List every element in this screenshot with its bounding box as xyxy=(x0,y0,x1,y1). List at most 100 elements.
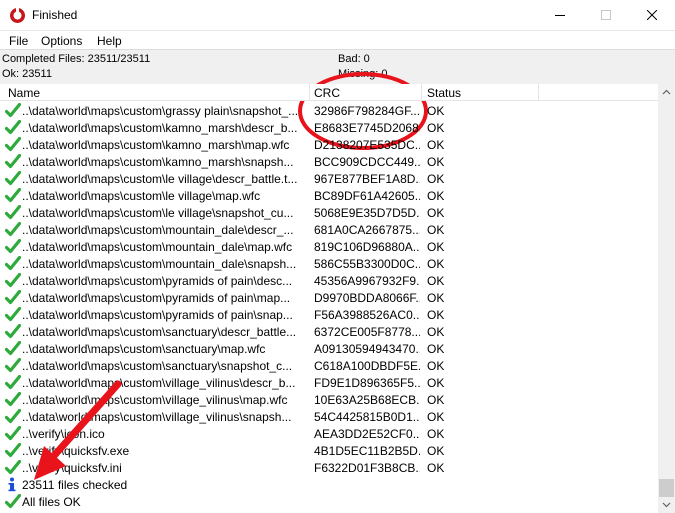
green-check-icon xyxy=(4,272,22,288)
missing-count-label: Missing: 0 xyxy=(338,68,388,80)
table-row[interactable]: ..\data\world\maps\custom\sanctuary\map.… xyxy=(0,340,658,357)
status-cell: OK xyxy=(427,104,445,118)
chevron-down-icon xyxy=(662,502,671,508)
green-check-icon xyxy=(4,323,22,339)
green-check-icon xyxy=(4,221,22,237)
table-row[interactable]: ..\data\world\maps\custom\kamno_marsh\de… xyxy=(0,119,658,136)
crc-cell: AEA3DD2E52CF0... xyxy=(314,427,420,441)
table-row[interactable]: ..\data\world\maps\custom\mountain_dale\… xyxy=(0,221,658,238)
scroll-thumb[interactable] xyxy=(659,479,674,497)
table-row[interactable]: ..\data\world\maps\custom\pyramids of pa… xyxy=(0,272,658,289)
crc-cell: F56A3988526AC0... xyxy=(314,308,420,322)
status-cell: OK xyxy=(427,461,445,475)
file-name-cell: ..\data\world\maps\custom\kamno_marsh\ma… xyxy=(22,138,290,152)
green-check-icon xyxy=(4,340,22,356)
table-row[interactable]: ..\data\world\maps\custom\le village\sna… xyxy=(0,204,658,221)
all-files-ok-text: All files OK xyxy=(22,495,81,509)
green-check-icon xyxy=(4,102,22,118)
column-divider[interactable] xyxy=(538,84,539,101)
close-button[interactable] xyxy=(629,0,675,31)
table-row[interactable]: ..\verify\quicksfv.exe 4B1D5EC11B2B5D... O… xyxy=(0,442,658,459)
green-check-icon xyxy=(4,425,22,441)
summary-panel: Completed Files: 23511/23511 Ok: 23511 B… xyxy=(0,50,675,150)
file-name-cell: ..\data\world\maps\custom\le village\des… xyxy=(22,172,298,186)
table-row[interactable]: ..\verify\quicksfv.ini F6322D01F3B8CB... O… xyxy=(0,459,658,476)
table-row[interactable]: ..\verify\icon.ico AEA3DD2E52CF0... OK xyxy=(0,425,658,442)
completed-files-label: Completed Files: 23511/23511 xyxy=(2,53,151,65)
status-cell: OK xyxy=(427,138,445,152)
status-cell: OK xyxy=(427,376,445,390)
table-row[interactable]: ..\data\world\maps\custom\le village\map… xyxy=(0,187,658,204)
close-icon xyxy=(647,10,657,20)
status-cell: OK xyxy=(427,257,445,271)
green-check-icon xyxy=(4,391,22,407)
vertical-scrollbar[interactable] xyxy=(658,84,675,513)
crc-cell: 6372CE005F8778... xyxy=(314,325,420,339)
ok-count-label: Ok: 23511 xyxy=(2,68,52,80)
file-name-cell: ..\data\world\maps\custom\sanctuary\snap… xyxy=(22,359,293,373)
column-divider[interactable] xyxy=(309,84,310,101)
file-name-cell: ..\verify\quicksfv.exe xyxy=(22,444,130,458)
file-list[interactable]: ..\data\world\maps\custom\grassy plain\s… xyxy=(0,102,658,513)
crc-cell: 32986F798284GF... xyxy=(314,104,420,118)
column-header-crc[interactable]: CRC xyxy=(314,86,340,100)
scroll-down-button[interactable] xyxy=(658,496,675,513)
status-cell: OK xyxy=(427,427,445,441)
menu-options[interactable]: Options xyxy=(41,34,82,48)
list-header: Name CRC Status xyxy=(0,84,658,101)
crc-cell: 45356A9967932F9... xyxy=(314,274,420,288)
green-check-icon xyxy=(4,357,22,373)
file-name-cell: ..\data\world\maps\custom\le village\sna… xyxy=(22,206,294,220)
all-ok-row: All files OK xyxy=(0,493,658,510)
table-row[interactable]: ..\data\world\maps\custom\village_vilinu… xyxy=(0,391,658,408)
crc-cell: 5068E9E35D7D5D... xyxy=(314,206,420,220)
table-row[interactable]: ..\data\world\maps\custom\village_vilinu… xyxy=(0,374,658,391)
table-row[interactable]: ..\data\world\maps\custom\pyramids of pa… xyxy=(0,289,658,306)
column-header-status[interactable]: Status xyxy=(427,86,461,100)
green-check-icon xyxy=(4,238,22,254)
table-row[interactable]: ..\data\world\maps\custom\kamno_marsh\sn… xyxy=(0,153,658,170)
status-cell: OK xyxy=(427,223,445,237)
bad-count-label: Bad: 0 xyxy=(338,53,370,65)
status-cell: OK xyxy=(427,359,445,373)
table-row[interactable]: ..\data\world\maps\custom\grassy plain\s… xyxy=(0,102,658,119)
scroll-up-button[interactable] xyxy=(658,84,675,101)
table-row[interactable]: ..\data\world\maps\custom\mountain_dale\… xyxy=(0,255,658,272)
file-name-cell: ..\data\world\maps\custom\kamno_marsh\de… xyxy=(22,121,298,135)
column-divider[interactable] xyxy=(421,84,422,101)
minimize-button[interactable] xyxy=(537,0,583,31)
crc-cell: 54C4425815B0D1... xyxy=(314,410,420,424)
green-check-icon xyxy=(4,442,22,458)
table-row[interactable]: ..\data\world\maps\custom\pyramids of pa… xyxy=(0,306,658,323)
menu-help[interactable]: Help xyxy=(97,34,122,48)
status-cell: OK xyxy=(427,342,445,356)
green-check-icon xyxy=(4,408,22,424)
crc-cell: 10E63A25B68ECB... xyxy=(314,393,420,407)
status-cell: OK xyxy=(427,155,445,169)
quicksfv-app-icon xyxy=(10,8,25,23)
file-name-cell: ..\data\world\maps\custom\mountain_dale\… xyxy=(22,257,297,271)
table-row[interactable]: ..\data\world\maps\custom\village_vilinu… xyxy=(0,408,658,425)
table-row[interactable]: ..\data\world\maps\custom\mountain_dale\… xyxy=(0,238,658,255)
status-cell: OK xyxy=(427,240,445,254)
column-header-name[interactable]: Name xyxy=(8,86,40,100)
table-row[interactable]: ..\data\world\maps\custom\kamno_marsh\ma… xyxy=(0,136,658,153)
file-name-cell: ..\data\world\maps\custom\mountain_dale\… xyxy=(22,240,293,254)
file-name-cell: ..\data\world\maps\custom\village_vilinu… xyxy=(22,393,288,407)
table-row[interactable]: ..\data\world\maps\custom\sanctuary\snap… xyxy=(0,357,658,374)
maximize-button[interactable] xyxy=(583,0,629,31)
menu-file[interactable]: File xyxy=(9,34,28,48)
file-name-cell: ..\data\world\maps\custom\mountain_dale\… xyxy=(22,223,294,237)
crc-cell: BCC909CDCC449... xyxy=(314,155,420,169)
status-cell: OK xyxy=(427,325,445,339)
crc-cell: A09130594943470... xyxy=(314,342,420,356)
info-icon xyxy=(6,477,18,492)
status-cell: OK xyxy=(427,308,445,322)
green-check-icon xyxy=(4,493,22,509)
table-row[interactable]: ..\data\world\maps\custom\sanctuary\desc… xyxy=(0,323,658,340)
file-name-cell: ..\data\world\maps\custom\sanctuary\desc… xyxy=(22,325,297,339)
table-row[interactable]: ..\data\world\maps\custom\le village\des… xyxy=(0,170,658,187)
crc-cell: 681A0CA2667875... xyxy=(314,223,420,237)
status-cell: OK xyxy=(427,444,445,458)
crc-cell: E8683E7745D2068... xyxy=(314,121,420,135)
